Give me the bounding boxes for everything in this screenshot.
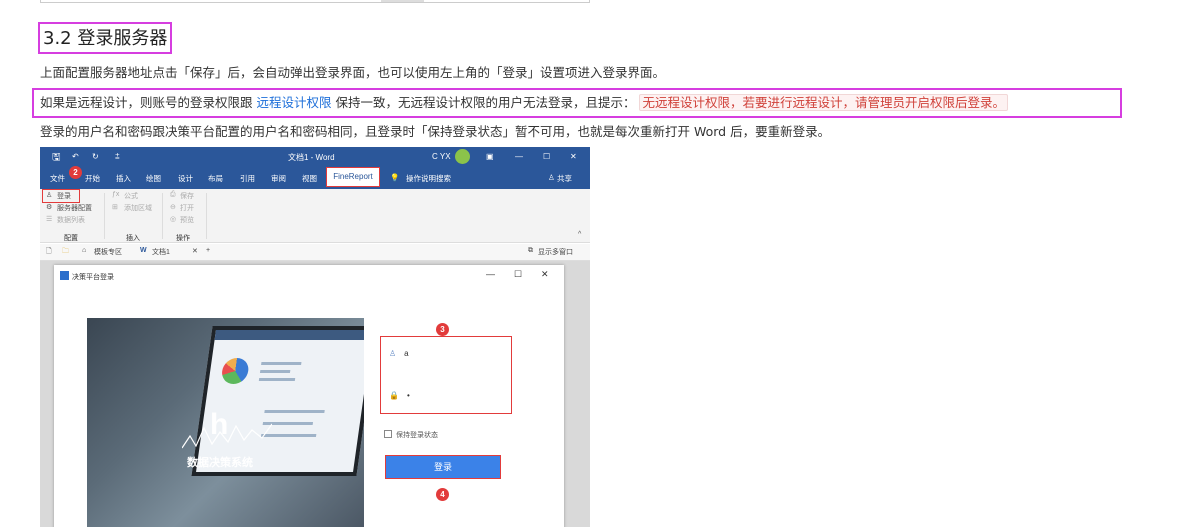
login-button[interactable]: 登录 — [385, 455, 501, 479]
close-icon: ✕ — [570, 152, 577, 161]
login-icon: ♙ — [46, 192, 53, 199]
menu-references: 引用 — [240, 174, 255, 183]
pie-graphic — [220, 358, 251, 384]
user-name: C YX — [432, 152, 451, 161]
share-icon: ♙ — [548, 173, 555, 182]
password-value: • — [406, 391, 410, 400]
ribbon-data-list: 数据列表 — [57, 217, 85, 224]
tell-me: 操作说明搜索 — [406, 174, 451, 183]
menu-file: 文件 — [50, 174, 65, 183]
checkbox-icon — [384, 430, 392, 438]
open-icon: ⊖ — [170, 204, 176, 211]
tab-template-area: 模板专区 — [94, 249, 122, 256]
ribbon: ♙ 登录 ⚙ 服务器配置 ☰ 数据列表 配置 ƒx 公式 ⊞ 添加区域 插入 ⎙… — [40, 189, 590, 243]
multi-window-icon: ⧉ — [528, 247, 533, 254]
app-icon — [60, 271, 69, 280]
paragraph-1: 上面配置服务器地址点击「保存」后，会自动弹出登录界面，也可以使用左上角的「登录」… — [40, 65, 666, 80]
word-doc-icon: W — [140, 247, 147, 254]
badge-3: 3 — [436, 323, 449, 336]
ribbon-preview: 预览 — [180, 217, 194, 224]
home-icon: ⌂ — [82, 247, 87, 254]
save-small-icon: ⎙ — [170, 191, 176, 198]
login-dialog: 决策平台登录 — ☐ ✕ h 数据决策系统 3 ♙ a 🔒 • 保持登录状态 登… — [54, 265, 564, 527]
remote-design-permission-link[interactable]: 远程设计权限 — [256, 95, 331, 110]
menu-finereport: FineReport — [326, 167, 380, 187]
badge-4: 4 — [436, 488, 449, 501]
password-field[interactable]: 🔒 • — [389, 391, 410, 400]
doc-tabbar: 🗋 🗀 ⌂ 模板专区 W 文档1 ✕ + ⧉ 显示多窗口 — [40, 244, 590, 261]
lightbulb-icon: 💡 — [390, 173, 400, 182]
warning-text: 无远程设计权限，若要进行远程设计，请管理员开启权限后登录。 — [639, 94, 1008, 111]
dialog-maximize-icon: ☐ — [514, 269, 523, 279]
login-form: 3 ♙ a 🔒 • 保持登录状态 登录 4 — [364, 318, 564, 527]
server-icon: ⚙ — [46, 204, 53, 211]
group-config: 配置 — [64, 235, 78, 242]
ribbon-login: 登录 — [57, 193, 71, 200]
tab-add-icon: + — [206, 247, 211, 254]
save-icon: 🖫 — [52, 152, 61, 163]
avatar — [455, 149, 470, 164]
menu-design: 设计 — [178, 174, 193, 183]
tablet-caption: 数据决策系统 — [187, 457, 253, 469]
ribbon-server-config: 服务器配置 — [57, 205, 92, 212]
show-multi-window: 显示多窗口 — [538, 249, 573, 256]
window-title: 文档1 - Word — [288, 153, 335, 162]
preview-icon: ◎ — [170, 216, 177, 223]
keep-login-checkbox[interactable]: 保持登录状态 — [384, 430, 438, 440]
menu-layout: 布局 — [208, 174, 223, 183]
menu-home: 开始 — [85, 174, 100, 183]
formula-icon: ƒx — [112, 191, 120, 198]
minimize-icon: — — [515, 152, 523, 161]
dialog-titlebar: 决策平台登录 — ☐ ✕ — [54, 265, 564, 287]
credentials-box: ♙ a 🔒 • — [380, 336, 512, 414]
dialog-close-icon: ✕ — [541, 269, 549, 279]
group-ops: 操作 — [176, 235, 190, 242]
lock-icon: 🔒 — [389, 391, 399, 400]
dialog-minimize-icon: — — [486, 269, 495, 279]
word-titlebar: 🖫 ↶ ↻ ⩲ 文档1 - Word C YX ▣ — ☐ ✕ — [40, 147, 590, 167]
menu-draw: 绘图 — [146, 174, 161, 183]
username-field[interactable]: ♙ a — [389, 349, 409, 358]
section-title: 3.2 登录服务器 — [38, 22, 173, 54]
new-doc-icon: 🗋 — [46, 248, 52, 255]
list-icon: ☰ — [46, 216, 53, 223]
ribbon-add-area: 添加区域 — [124, 205, 152, 212]
document-area: 决策平台登录 — ☐ ✕ h 数据决策系统 3 ♙ a 🔒 • 保持登录状态 登… — [40, 261, 590, 527]
ribbon-formula: 公式 — [124, 193, 138, 200]
menu-insert: 插入 — [116, 174, 131, 183]
tab-doc: 文档1 — [152, 249, 170, 256]
collapse-icon: ^ — [578, 231, 582, 238]
ribbon-save: 保存 — [180, 193, 194, 200]
keep-login-label: 保持登录状态 — [396, 432, 438, 439]
redo-icon: ↻ — [92, 152, 99, 161]
menu-review: 审阅 — [271, 174, 286, 183]
qat-menu-icon: ⩲ — [115, 152, 120, 161]
word-menubar: 文件 2 开始 插入 绘图 设计 布局 引用 审阅 视图 💡 操作说明搜索 ♙ … — [40, 166, 590, 189]
previous-figure-edge — [40, 0, 590, 3]
maximize-icon: ☐ — [543, 152, 551, 161]
undo-icon: ↶ — [72, 152, 79, 161]
menu-view: 视图 — [302, 174, 317, 183]
badge-2: 2 — [69, 166, 82, 179]
paragraph-2: 如果是远程设计，则账号的登录权限跟 远程设计权限 保持一致，无远程设计权限的用户… — [40, 94, 1008, 112]
ribbon-open: 打开 — [180, 205, 194, 212]
username-value: a — [404, 349, 409, 358]
tablet-image: h 数据决策系统 — [87, 318, 364, 527]
dialog-title: 决策平台登录 — [72, 274, 114, 281]
brand-logo: h — [210, 408, 229, 441]
folder-icon: 🗀 — [62, 248, 69, 255]
share-label: 共享 — [557, 174, 572, 183]
area-icon: ⊞ — [112, 204, 118, 211]
tab-close-icon: ✕ — [192, 248, 198, 255]
user-icon: ♙ — [389, 349, 397, 358]
group-insert: 插入 — [126, 235, 140, 242]
paragraph-3: 登录的用户名和密码跟决策平台配置的用户名和密码相同，且登录时「保持登录状态」暂不… — [40, 124, 831, 139]
ribbon-display-icon: ▣ — [486, 152, 494, 161]
word-screenshot: 🖫 ↶ ↻ ⩲ 文档1 - Word C YX ▣ — ☐ ✕ 文件 2 开始 … — [40, 147, 590, 527]
